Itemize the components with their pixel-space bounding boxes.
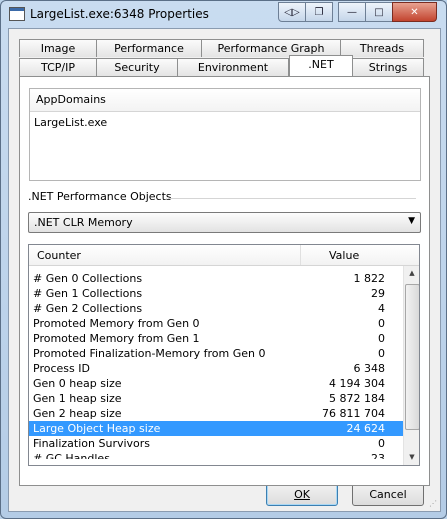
counter-value: 29: [371, 287, 385, 300]
scroll-down-icon[interactable]: ▼: [405, 450, 419, 465]
maximize-icon: □: [374, 6, 384, 18]
counter-value: 1 822: [353, 272, 386, 285]
minimize-button[interactable]: —: [338, 2, 366, 22]
counter-rows: # Gen 0 Collections 1 822 # Gen 1 Collect…: [29, 271, 403, 459]
window-title: LargeList.exe:6348 Properties: [30, 7, 209, 21]
properties-window: LargeList.exe:6348 Properties ◁▷ ❐ — □ ✕…: [0, 0, 447, 519]
counter-name: Promoted Memory from Gen 0: [33, 317, 200, 330]
counter-value: 0: [378, 437, 385, 450]
table-row[interactable]: # Gen 0 Collections 1 822: [29, 271, 403, 286]
dialog-client-area: Image Performance Performance Graph Thre…: [8, 28, 441, 512]
table-row[interactable]: # Gen 1 Collections 29: [29, 286, 403, 301]
counter-value: 4 194 304: [329, 377, 385, 390]
counter-name: Finalization Survivors: [33, 437, 151, 450]
counter-name: Process ID: [33, 362, 90, 375]
table-row[interactable]: Gen 1 heap size 5 872 184: [29, 391, 403, 406]
restore-view-icon: ❐: [314, 6, 324, 18]
appdomain-item[interactable]: LargeList.exe: [30, 112, 420, 129]
perf-objects-label: .NET Performance Objects: [28, 190, 172, 203]
counter-name: Gen 0 heap size: [33, 377, 122, 390]
nav-arrows-icon: ◁▷: [284, 6, 300, 18]
column-header-value[interactable]: Value: [329, 249, 359, 262]
perf-object-select[interactable]: .NET CLR Memory ▼: [28, 212, 421, 233]
table-row[interactable]: Promoted Finalization-Memory from Gen 0 0: [29, 346, 403, 361]
counter-value: 76 811 704: [322, 407, 385, 420]
appdomains-list[interactable]: AppDomains LargeList.exe: [29, 88, 421, 181]
resize-grip-icon[interactable]: ⋰: [429, 499, 437, 508]
counter-value: 0: [378, 317, 385, 330]
counter-value: 5 872 184: [329, 392, 385, 405]
counter-name: Promoted Memory from Gen 1: [33, 332, 200, 345]
counter-value: 23: [371, 452, 385, 459]
counter-name: # Gen 1 Collections: [33, 287, 143, 300]
perf-object-selected: .NET CLR Memory: [34, 216, 133, 229]
dropdown-arrow-icon: ▼: [408, 216, 415, 226]
counter-name: Large Object Heap size: [33, 422, 161, 435]
counter-value: 0: [378, 332, 385, 345]
title-bar[interactable]: LargeList.exe:6348 Properties ◁▷ ❐ — □ ✕: [1, 1, 446, 27]
table-row[interactable]: Promoted Memory from Gen 1 0: [29, 331, 403, 346]
counter-value: 6 348: [353, 362, 386, 375]
table-row[interactable]: Finalization Survivors 0: [29, 436, 403, 451]
ok-button[interactable]: OK: [266, 483, 338, 506]
counter-name: # Gen 2 Collections: [33, 302, 143, 315]
app-window-icon: [9, 7, 25, 21]
tab-tcp-ip[interactable]: TCP/IP: [19, 58, 97, 76]
table-row[interactable]: # GC Handles 23: [29, 451, 403, 459]
dotnet-tab-panel: AppDomains LargeList.exe .NET Performanc…: [19, 76, 430, 486]
scroll-up-icon[interactable]: ▲: [405, 266, 419, 281]
tab-image[interactable]: Image: [19, 39, 97, 57]
cancel-label: Cancel: [369, 488, 407, 501]
table-row[interactable]: Promoted Memory from Gen 0 0: [29, 316, 403, 331]
minimize-icon: —: [347, 6, 357, 18]
tab-performance[interactable]: Performance: [96, 39, 202, 57]
tab-environment[interactable]: Environment: [177, 58, 289, 76]
counter-value: 0: [378, 347, 385, 360]
counter-name: # Gen 0 Collections: [33, 272, 143, 285]
counter-name: Gen 1 heap size: [33, 392, 122, 405]
table-row[interactable]: # Gen 2 Collections 4: [29, 301, 403, 316]
perf-objects-divider: [168, 198, 416, 199]
counter-name: Promoted Finalization-Memory from Gen 0: [33, 347, 266, 360]
counter-value: 4: [378, 302, 385, 315]
close-icon: ✕: [410, 6, 419, 18]
column-separator[interactable]: [300, 245, 301, 265]
table-row[interactable]: Gen 2 heap size 76 811 704: [29, 406, 403, 421]
scrollbar-thumb[interactable]: [405, 284, 419, 430]
counters-header: Counter Value: [29, 245, 419, 266]
appdomains-header[interactable]: AppDomains: [30, 89, 420, 112]
counters-list[interactable]: Counter Value # Gen 0 Collections 1 822 #…: [28, 244, 420, 466]
maximize-button[interactable]: □: [365, 2, 393, 22]
column-header-counter[interactable]: Counter: [37, 249, 81, 262]
table-row[interactable]: Process ID 6 348: [29, 361, 403, 376]
nav-arrows-button[interactable]: ◁▷: [278, 2, 306, 22]
counter-value: 24 624: [346, 422, 386, 435]
tab-strings[interactable]: Strings: [352, 58, 424, 76]
tab-dotnet[interactable]: .NET: [289, 55, 353, 76]
tab-security[interactable]: Security: [96, 58, 178, 76]
cancel-button[interactable]: Cancel: [352, 483, 424, 506]
table-row[interactable]: Gen 0 heap size 4 194 304: [29, 376, 403, 391]
table-row-selected[interactable]: Large Object Heap size 24 624: [29, 421, 403, 436]
counter-name: # GC Handles: [33, 452, 110, 459]
restore-view-button[interactable]: ❐: [305, 2, 333, 22]
vertical-scrollbar[interactable]: ▲ ▼: [403, 266, 419, 465]
ok-label: OK: [294, 488, 310, 501]
close-button[interactable]: ✕: [392, 2, 437, 22]
counter-name: Gen 2 heap size: [33, 407, 122, 420]
